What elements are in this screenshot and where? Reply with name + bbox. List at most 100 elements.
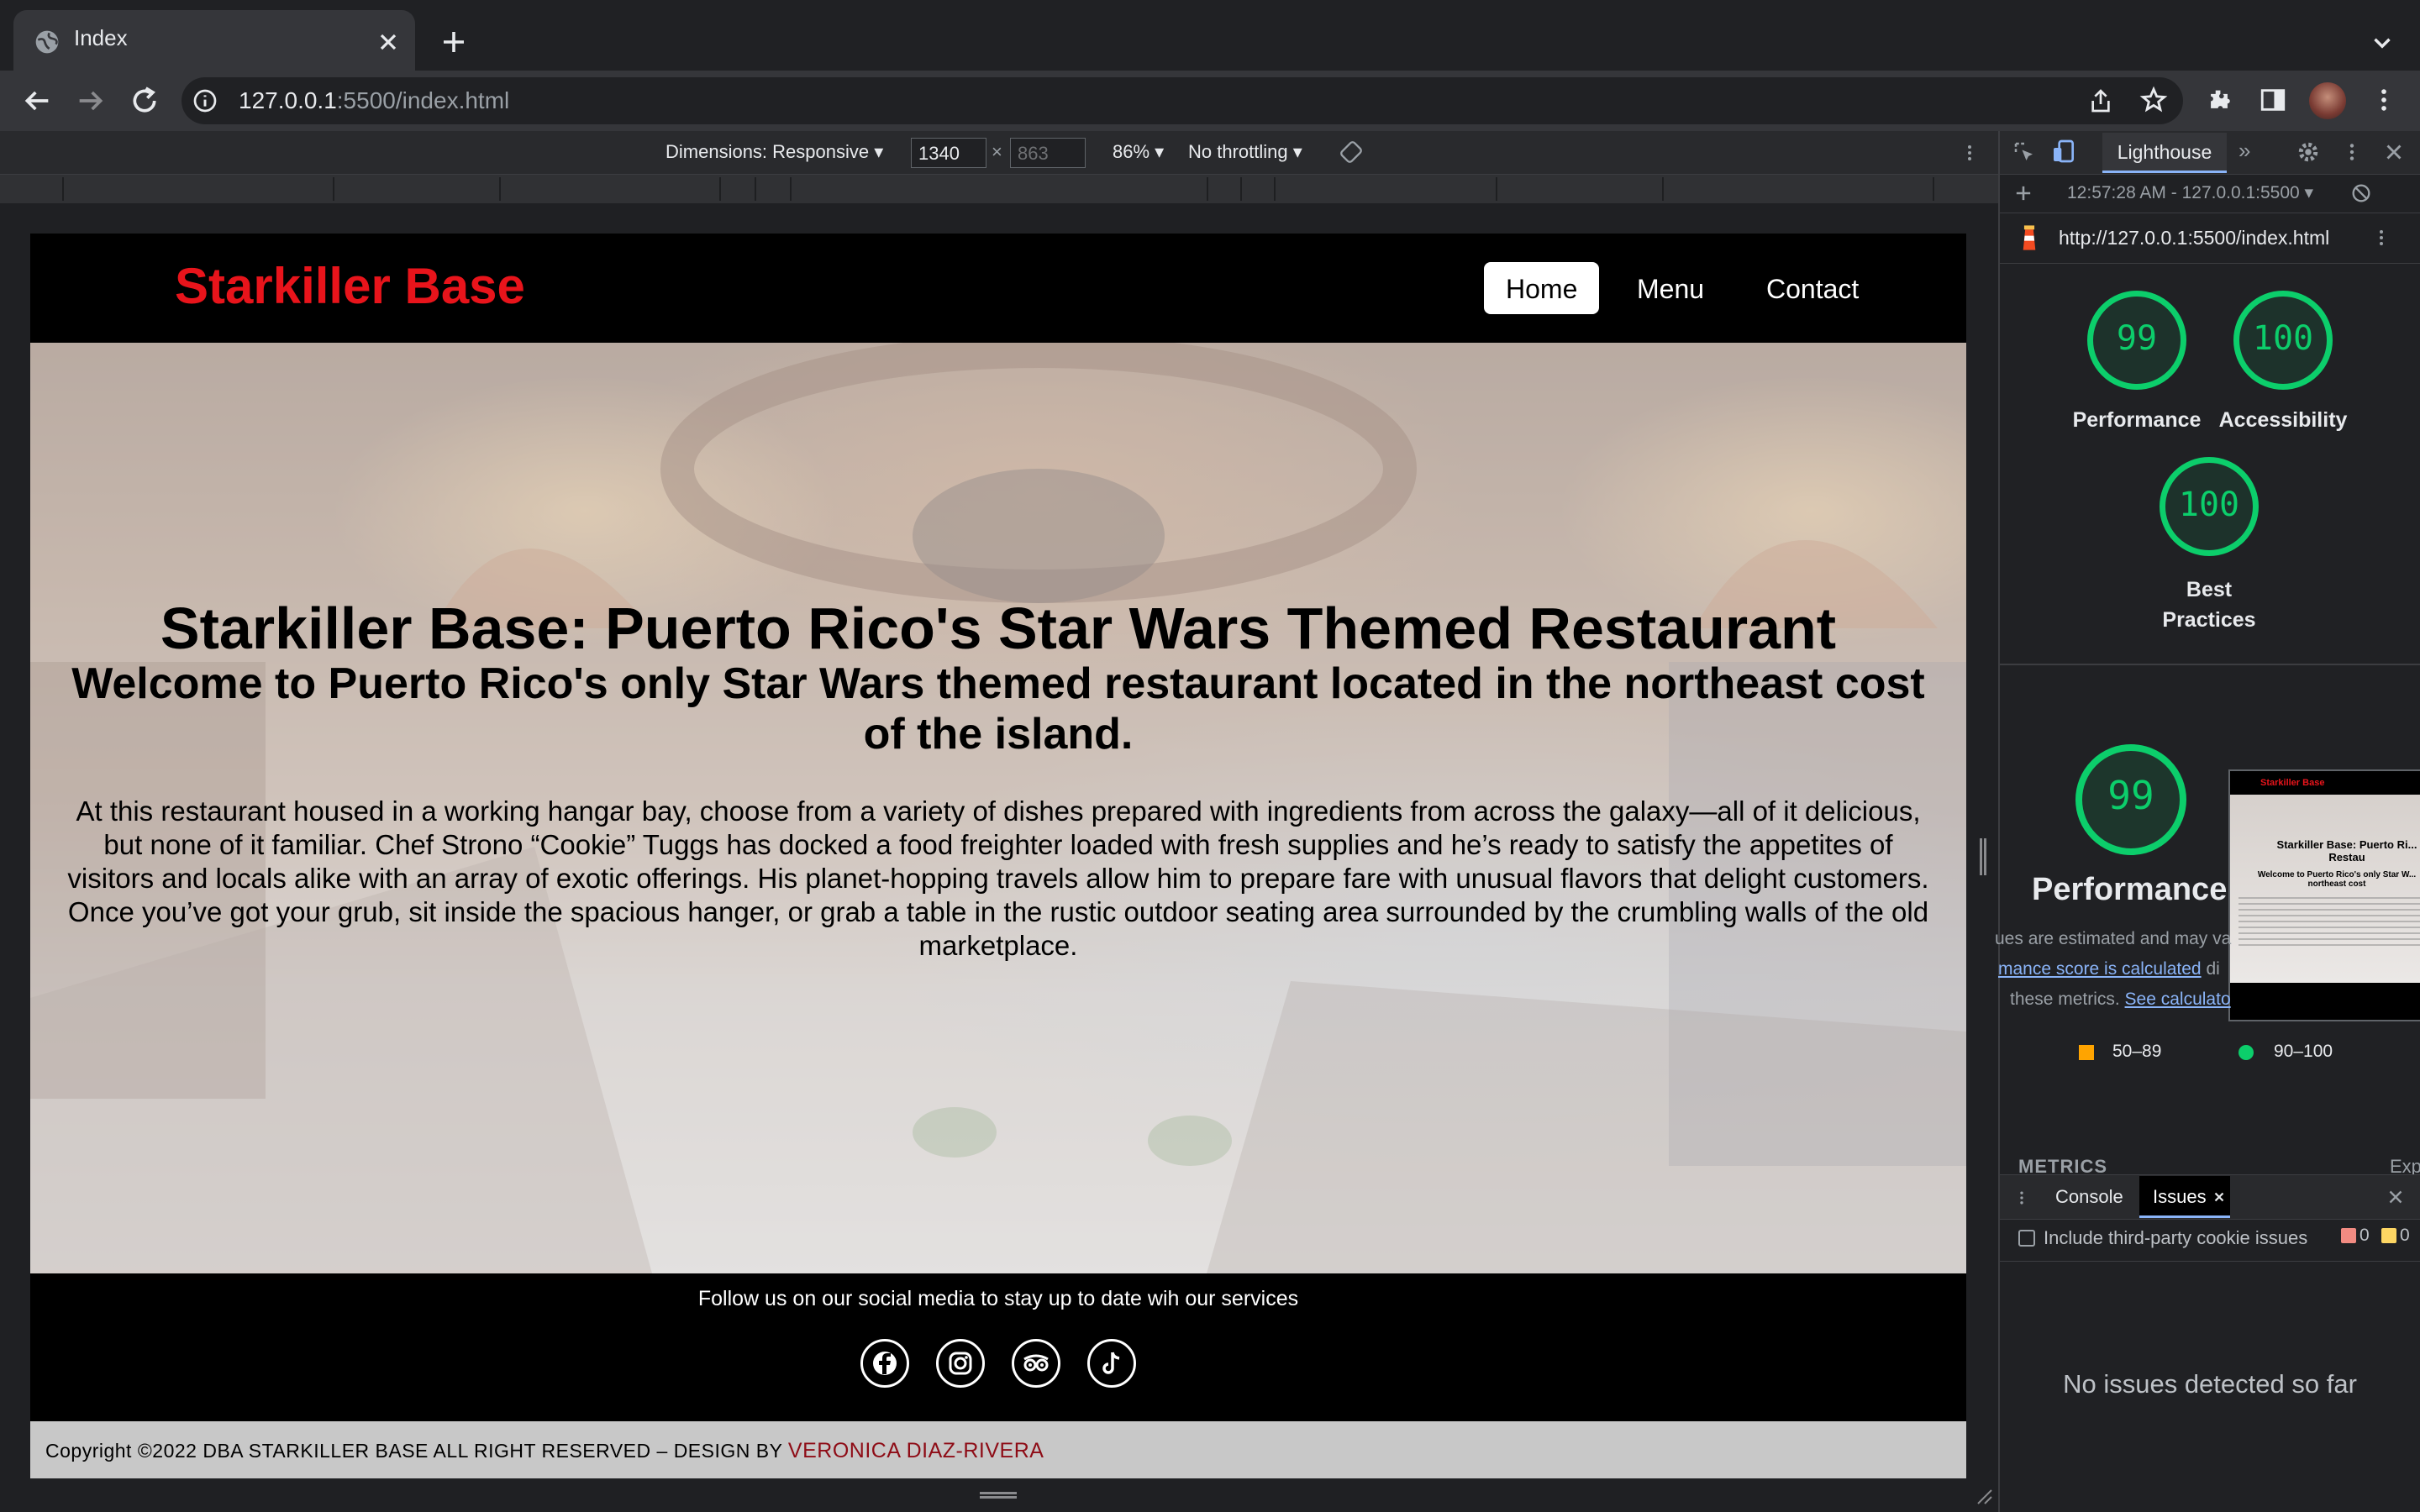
score-label: Performance: [2072, 408, 2202, 432]
ruler-segment: [62, 177, 64, 201]
metrics-note-line: these metrics. See calculato: [2010, 990, 2231, 1010]
lighthouse-icon: [2023, 225, 2036, 250]
resize-handle-bottom[interactable]: [980, 1492, 1017, 1499]
divider: [2000, 664, 2420, 665]
score-label: Accessibility: [2218, 408, 2348, 432]
follow-text: Follow us on our social media to stay up…: [697, 1287, 1299, 1310]
note-text: these metrics.: [2010, 990, 2125, 1009]
legend-average-label: 50–89: [2112, 1042, 2162, 1061]
close-icon[interactable]: [375, 29, 402, 55]
no-issues-message: No issues detected so far: [2063, 1369, 2357, 1399]
device-toggle-icon[interactable]: [2050, 138, 2077, 165]
inspect-element-icon[interactable]: [2012, 139, 2037, 165]
more-vert-icon[interactable]: [1960, 141, 1980, 165]
dimensions-dropdown[interactable]: Dimensions: Responsive ▾: [666, 141, 883, 163]
copyright-text: Copyright ©2022 DBA STARKILLER BASE ALL …: [45, 1439, 1044, 1463]
reload-icon[interactable]: [128, 84, 161, 118]
more-vert-icon[interactable]: [2370, 86, 2398, 114]
url-host: 127.0.0.1: [239, 87, 337, 113]
throttling-label: No throttling: [1188, 141, 1288, 162]
big-score-label: Performance: [2032, 872, 2228, 907]
dimensions-label: Dimensions: Responsive: [666, 141, 870, 162]
forward-icon[interactable]: [74, 84, 108, 118]
metrics-note-line: mance score is calculated di: [1998, 959, 2220, 979]
url-path: :5500/index.html: [336, 87, 510, 113]
gear-icon[interactable]: [2296, 139, 2321, 165]
score-value: 100: [2252, 319, 2314, 358]
site-logo[interactable]: Starkiller Base: [175, 257, 525, 315]
legend-pass-marker: [2238, 1045, 2254, 1060]
big-score-value: 99: [2107, 773, 2154, 818]
score-calc-link[interactable]: mance score is calculated: [1998, 959, 2202, 979]
width-input[interactable]: 1340: [911, 138, 986, 168]
nav-menu[interactable]: Menu: [1615, 262, 1726, 314]
report-time: 12:57:28 AM - 127.0.0.1:5500: [2067, 183, 2300, 202]
resize-corner-icon[interactable]: [1973, 1485, 1993, 1505]
ruler-segment: [1240, 177, 1242, 201]
page-screenshot-thumbnail[interactable]: Starkiller Base Starkiller Base: Puerto …: [2228, 769, 2420, 1021]
chevron-down-icon[interactable]: [2368, 29, 2396, 57]
hero-paragraph: At this restaurant housed in a working h…: [67, 795, 1929, 894]
more-vert-icon[interactable]: [2341, 139, 2363, 165]
ruler-segment: [1933, 177, 1934, 201]
thumb-title: Starkiller Base: Puerto Ri... Restau: [2276, 838, 2417, 864]
facebook-icon[interactable]: [860, 1339, 909, 1388]
report-selector[interactable]: 12:57:28 AM - 127.0.0.1:5500 ▾: [2067, 182, 2313, 203]
resize-handle-right[interactable]: [1980, 838, 1986, 875]
clear-icon[interactable]: [2349, 181, 2373, 205]
ruler-segment: [1496, 177, 1497, 201]
url-text[interactable]: 127.0.0.1:5500/index.html: [239, 87, 509, 114]
zoom-label: 86%: [1113, 141, 1150, 162]
score-value: 100: [2178, 486, 2240, 524]
see-calculator-link[interactable]: See calculato: [2125, 990, 2231, 1009]
throttling-dropdown[interactable]: No throttling ▾: [1188, 141, 1302, 163]
height-input[interactable]: 863: [1010, 138, 1086, 168]
globe-icon: [35, 30, 59, 54]
media-query-ruler[interactable]: [0, 175, 1998, 203]
close-icon[interactable]: [2385, 1186, 2407, 1208]
zoom-dropdown[interactable]: 86% ▾: [1113, 141, 1164, 163]
tripadvisor-icon[interactable]: [1012, 1339, 1060, 1388]
profile-avatar[interactable]: [2309, 82, 2346, 119]
score-value: 99: [2116, 319, 2158, 358]
back-icon[interactable]: [20, 84, 54, 118]
instagram-icon[interactable]: [936, 1339, 985, 1388]
ruler-segment: [1662, 177, 1664, 201]
side-panel-icon[interactable]: [2259, 86, 2287, 114]
extensions-icon[interactable]: [2205, 86, 2233, 114]
tab-lighthouse[interactable]: Lighthouse: [2102, 133, 2227, 173]
third-party-label: Include third-party cookie issues: [2044, 1227, 2308, 1248]
third-party-checkbox[interactable]: [2018, 1230, 2035, 1247]
ruler-segment: [755, 177, 756, 201]
tiktok-icon[interactable]: [1087, 1339, 1136, 1388]
error-icon: [2341, 1228, 2356, 1243]
ruler-segment: [1274, 177, 1276, 201]
legend-pass-label: 90–100: [2274, 1042, 2333, 1061]
note-text: di: [2201, 959, 2220, 979]
thumb-hero: [2230, 795, 2420, 983]
nav-home[interactable]: Home: [1484, 262, 1600, 314]
legend-average-marker: [2079, 1045, 2094, 1060]
rotate-icon[interactable]: [1339, 140, 1363, 164]
warning-count: 0: [2400, 1226, 2410, 1245]
nav-contact[interactable]: Contact: [1744, 262, 1881, 314]
more-vert-icon[interactable]: [2371, 225, 2391, 250]
info-icon[interactable]: [192, 87, 218, 114]
new-tab-icon[interactable]: [439, 27, 469, 57]
ruler-segment: [719, 177, 721, 201]
error-count: 0: [2360, 1226, 2370, 1245]
add-icon[interactable]: [2012, 181, 2035, 205]
thumb-footer: [2230, 983, 2420, 1020]
warning-icon: [2381, 1228, 2396, 1243]
ruler-segment: [333, 177, 334, 201]
more-vert-icon[interactable]: [2013, 1186, 2030, 1210]
share-icon[interactable]: [2087, 87, 2114, 114]
designer-link[interactable]: VERONICA DIAZ-RIVERA: [788, 1439, 1044, 1462]
close-icon[interactable]: [2381, 139, 2407, 165]
thumb-subtitle: Welcome to Puerto Rico's only Star W... …: [2257, 870, 2417, 889]
close-icon[interactable]: [2212, 1189, 2227, 1205]
copyright-prefix: Copyright ©2022 DBA STARKILLER BASE ALL …: [45, 1440, 783, 1462]
tab-console[interactable]: Console: [2055, 1186, 2123, 1208]
more-tabs-icon[interactable]: »: [2238, 138, 2250, 164]
bookmark-star-icon[interactable]: [2139, 86, 2168, 114]
